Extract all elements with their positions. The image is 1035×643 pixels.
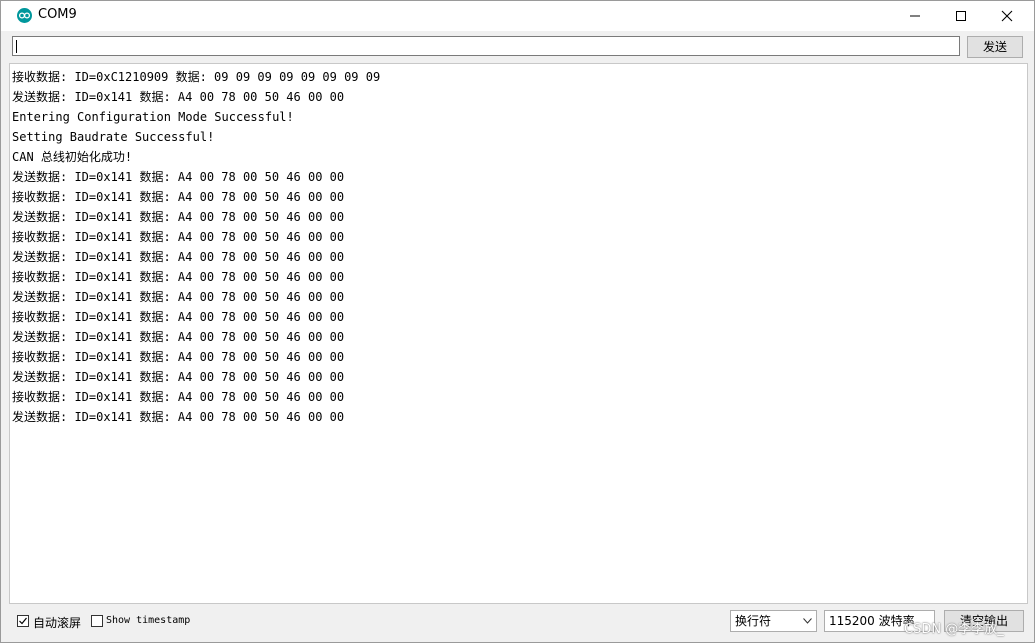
log-line: 接收数据: ID=0xC1210909 数据: 09 09 09 09 09 0… — [12, 70, 381, 84]
log-line: 接收数据: ID=0x141 数据: A4 00 78 00 50 46 00 … — [12, 230, 345, 244]
send-button[interactable]: 发送 — [967, 36, 1023, 58]
timestamp-label[interactable]: Show timestamp — [106, 615, 190, 626]
timestamp-checkbox[interactable] — [91, 615, 103, 627]
baud-rate-value: 115200 波特率 — [829, 614, 915, 628]
line-ending-value: 换行符 — [735, 614, 772, 628]
checkmark-icon — [19, 617, 27, 625]
log-line: 发送数据: ID=0x141 数据: A4 00 78 00 50 46 00 … — [12, 370, 345, 384]
log-line: 接收数据: ID=0x141 数据: A4 00 78 00 50 46 00 … — [12, 190, 345, 204]
arduino-icon — [17, 8, 32, 23]
log-line: 接收数据: ID=0x141 数据: A4 00 78 00 50 46 00 … — [12, 270, 345, 284]
close-button[interactable] — [984, 1, 1030, 31]
log-line: 发送数据: ID=0x141 数据: A4 00 78 00 50 46 00 … — [12, 250, 345, 264]
send-input[interactable] — [12, 36, 960, 56]
close-icon — [1001, 10, 1013, 22]
minimize-button[interactable] — [892, 1, 938, 31]
log-line: 接收数据: ID=0x141 数据: A4 00 78 00 50 46 00 … — [12, 390, 345, 404]
line-ending-select[interactable]: 换行符 — [730, 610, 817, 632]
minimize-icon — [910, 15, 920, 17]
log-line: 发送数据: ID=0x141 数据: A4 00 78 00 50 46 00 … — [12, 410, 345, 424]
autoscroll-label[interactable]: 自动滚屏 — [33, 614, 81, 631]
title-bar[interactable]: COM9 — [1, 1, 1034, 31]
log-line: Setting Baudrate Successful! — [12, 130, 215, 144]
maximize-icon — [956, 11, 966, 21]
log-line: 发送数据: ID=0x141 数据: A4 00 78 00 50 46 00 … — [12, 210, 345, 224]
chevron-down-icon — [803, 618, 812, 624]
log-line: 发送数据: ID=0x141 数据: A4 00 78 00 50 46 00 … — [12, 330, 345, 344]
text-caret — [16, 40, 17, 53]
log-line: 发送数据: ID=0x141 数据: A4 00 78 00 50 46 00 … — [12, 290, 345, 304]
maximize-button[interactable] — [938, 1, 984, 31]
log-line: 发送数据: ID=0x141 数据: A4 00 78 00 50 46 00 … — [12, 90, 345, 104]
watermark: CSDN @李李放_ — [904, 622, 1004, 637]
serial-output-area[interactable]: 接收数据: ID=0xC1210909 数据: 09 09 09 09 09 0… — [9, 63, 1028, 604]
serial-log: 接收数据: ID=0xC1210909 数据: 09 09 09 09 09 0… — [12, 67, 380, 427]
window-title: COM9 — [38, 7, 77, 22]
log-line: 接收数据: ID=0x141 数据: A4 00 78 00 50 46 00 … — [12, 310, 345, 324]
log-line: Entering Configuration Mode Successful! — [12, 110, 294, 124]
log-line: 发送数据: ID=0x141 数据: A4 00 78 00 50 46 00 … — [12, 170, 345, 184]
log-line: CAN 总线初始化成功! — [12, 150, 133, 164]
footer-bar: 自动滚屏 Show timestamp 换行符 115200 波特率 清空输出 … — [1, 606, 1034, 638]
log-line: 接收数据: ID=0x141 数据: A4 00 78 00 50 46 00 … — [12, 350, 345, 364]
serial-monitor-window: COM9 发送 接收数据: ID=0xC1210909 数据: 09 09 09… — [0, 0, 1035, 643]
autoscroll-checkbox[interactable] — [17, 615, 29, 627]
